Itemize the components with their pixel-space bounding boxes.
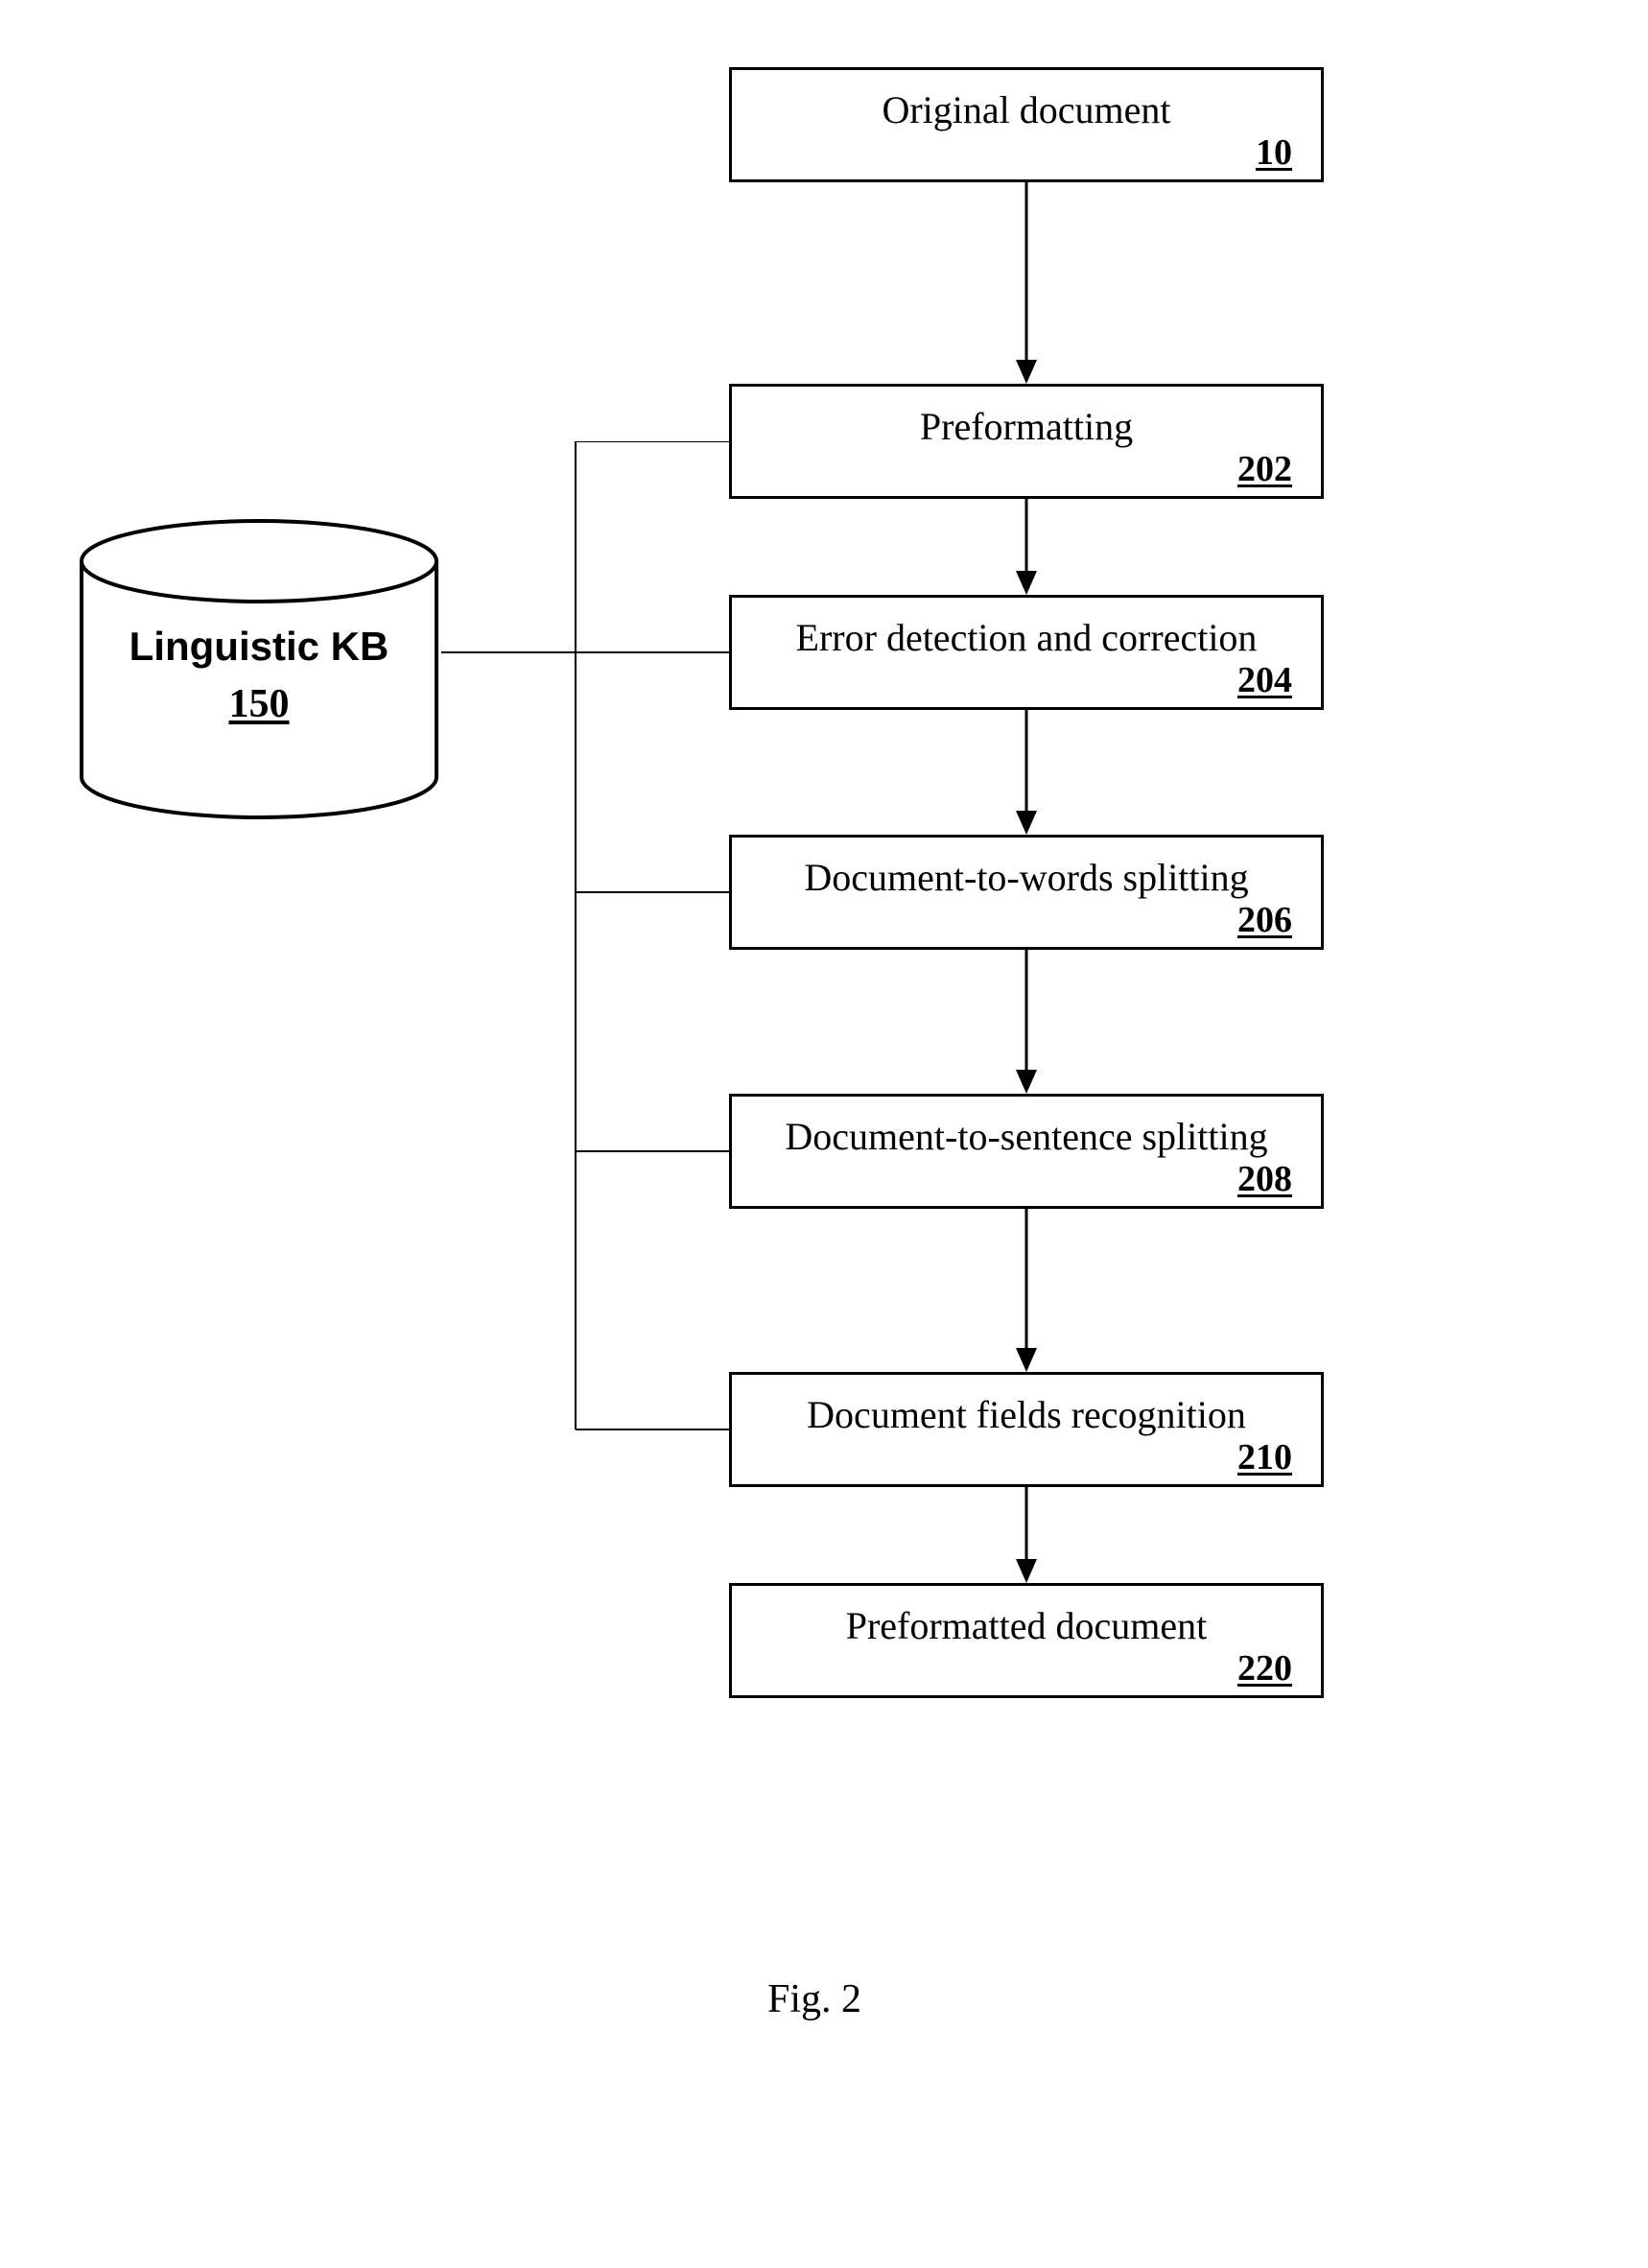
box-label: Preformatting bbox=[732, 387, 1321, 449]
linguistic-kb-cylinder: Linguistic KB 150 bbox=[77, 518, 441, 825]
linguistic-kb-label: Linguistic KB bbox=[77, 624, 441, 670]
box-original-document: Original document 10 bbox=[729, 67, 1324, 182]
box-preformatted-document: Preformatted document 220 bbox=[729, 1583, 1324, 1698]
box-words-splitting: Document-to-words splitting 206 bbox=[729, 835, 1324, 950]
box-label: Error detection and correction bbox=[732, 598, 1321, 660]
box-ref: 206 bbox=[1237, 899, 1292, 941]
box-label: Document-to-words splitting bbox=[732, 838, 1321, 900]
box-sentence-splitting: Document-to-sentence splitting 208 bbox=[729, 1094, 1324, 1209]
kb-bus bbox=[441, 441, 729, 1439]
box-preformatting: Preformatting 202 bbox=[729, 384, 1324, 499]
arrow-1-2 bbox=[1012, 499, 1041, 597]
box-ref: 220 bbox=[1237, 1647, 1292, 1689]
box-error-detection: Error detection and correction 204 bbox=[729, 595, 1324, 710]
arrow-3-4 bbox=[1012, 950, 1041, 1096]
box-ref: 202 bbox=[1237, 448, 1292, 490]
box-ref: 208 bbox=[1237, 1158, 1292, 1200]
box-ref: 204 bbox=[1237, 659, 1292, 701]
box-ref: 10 bbox=[1256, 131, 1292, 174]
arrow-4-5 bbox=[1012, 1209, 1041, 1374]
box-fields-recognition: Document fields recognition 210 bbox=[729, 1372, 1324, 1487]
box-ref: 210 bbox=[1237, 1436, 1292, 1478]
figure-caption: Fig. 2 bbox=[767, 1976, 861, 2022]
box-label: Document fields recognition bbox=[732, 1375, 1321, 1437]
arrow-5-6 bbox=[1012, 1487, 1041, 1585]
box-label: Document-to-sentence splitting bbox=[732, 1097, 1321, 1159]
arrow-2-3 bbox=[1012, 710, 1041, 837]
box-label: Original document bbox=[732, 70, 1321, 132]
arrow-0-1 bbox=[1012, 182, 1041, 386]
box-label: Preformatted document bbox=[732, 1586, 1321, 1648]
linguistic-kb-ref: 150 bbox=[77, 681, 441, 727]
